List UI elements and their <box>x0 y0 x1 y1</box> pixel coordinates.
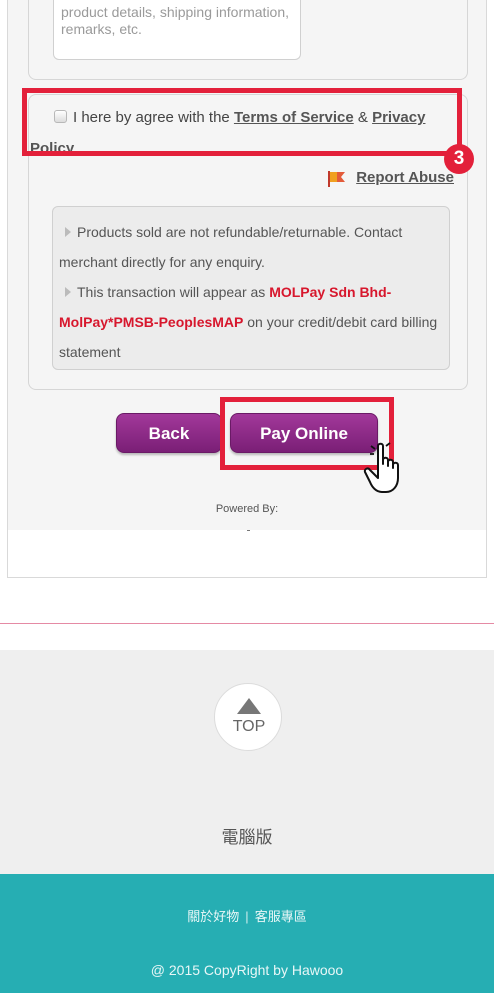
section-divider <box>0 623 494 624</box>
hand-cursor-icon <box>363 442 399 493</box>
bullet-triangle-icon <box>65 227 71 237</box>
powered-by: Powered By: <box>215 503 279 515</box>
remarks-placeholder: product details, shipping information, r… <box>61 4 290 37</box>
bullet-triangle-icon <box>65 287 71 297</box>
footer-links: 關於好物 | 客服專區 <box>0 906 494 925</box>
divider-mark <box>247 530 250 531</box>
back-to-top-button[interactable]: TOP <box>214 683 282 751</box>
notice-line-4: on your credit/debit card billing <box>247 314 438 330</box>
refund-notice: Products sold are not refundable/returna… <box>52 206 450 370</box>
footer-separator: | <box>245 909 249 924</box>
notice-line-5: statement <box>59 344 121 360</box>
remarks-textarea[interactable]: product details, shipping information, r… <box>53 0 301 60</box>
desktop-version-link[interactable]: 電腦版 <box>0 823 494 848</box>
top-label: TOP <box>232 718 266 735</box>
customer-service-link[interactable]: 客服專區 <box>255 909 307 924</box>
notice-line-1: Products sold are not refundable/returna… <box>77 224 403 240</box>
merchant-descriptor: MolPay*PMSB-PeoplesMAP <box>59 314 244 330</box>
flag-icon <box>328 171 345 187</box>
back-button[interactable]: Back <box>116 413 222 453</box>
highlight-agreement <box>22 88 462 156</box>
arrow-up-icon <box>237 698 261 714</box>
footer: 關於好物 | 客服專區 @ 2015 CopyRight by Hawooo <box>0 874 494 993</box>
about-link[interactable]: 關於好物 <box>187 909 239 924</box>
copyright: @ 2015 CopyRight by Hawooo <box>150 962 344 978</box>
notice-line-2: merchant directly for any enquiry. <box>59 254 265 270</box>
page: product details, shipping information, r… <box>0 0 494 993</box>
report-abuse-link[interactable]: Report Abuse <box>356 169 454 186</box>
merchant-name: MOLPay Sdn Bhd- <box>269 284 392 300</box>
notice-line-3: This transaction will appear as <box>77 284 266 300</box>
